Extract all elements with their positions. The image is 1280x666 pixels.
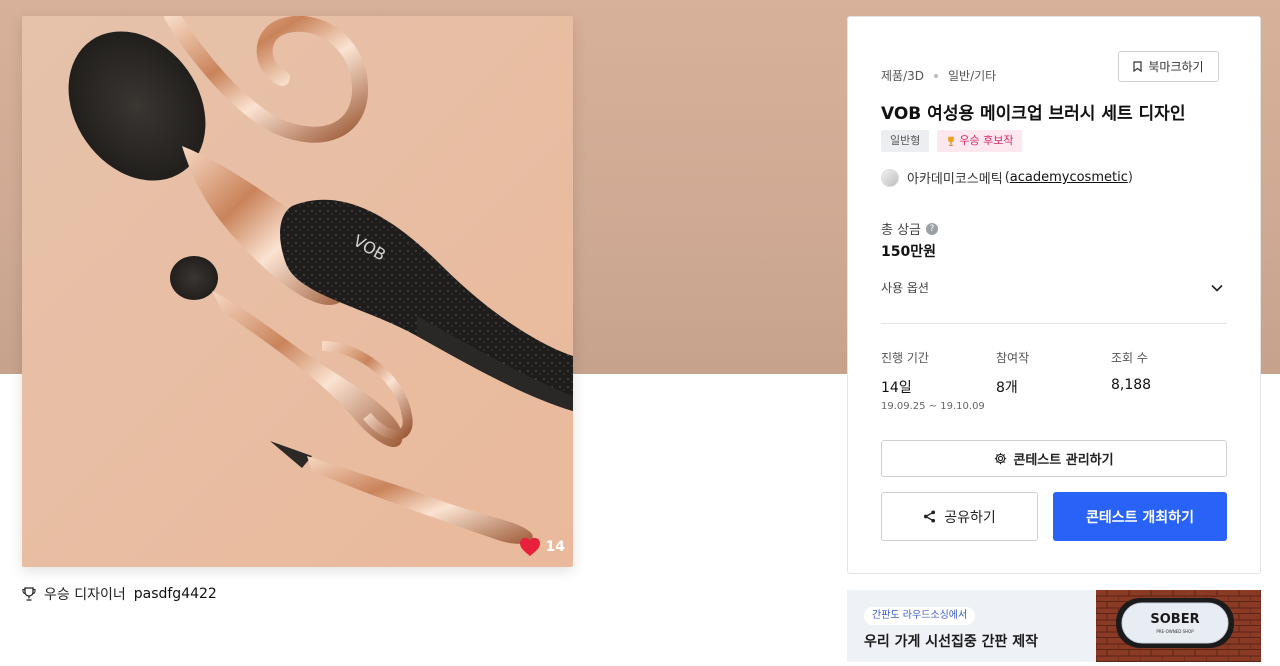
ad-pill: 간판도 라우드소싱에서 xyxy=(864,607,976,625)
category-primary[interactable]: 제품/3D xyxy=(881,67,924,84)
bookmark-button[interactable]: 북마크하기 xyxy=(1118,51,1219,82)
product-image[interactable]: VOB 14 xyxy=(22,16,573,567)
winner-candidate-tag: 우승 후보작 xyxy=(937,130,1023,152)
category-separator xyxy=(934,73,938,78)
bookmark-icon xyxy=(1133,61,1142,72)
type-tag: 일반형 xyxy=(881,130,930,152)
stat-views: 조회 수 8,188 xyxy=(1111,349,1151,393)
category-secondary[interactable]: 일반/기타 xyxy=(948,67,996,84)
options-label: 사용 옵션 xyxy=(881,281,929,295)
stat-entries: 참여작 8개 xyxy=(996,349,1029,397)
trophy-icon xyxy=(22,587,36,601)
like-counter[interactable]: 14 xyxy=(519,537,565,557)
entries-label: 참여작 xyxy=(996,351,1030,365)
contest-title: VOB 여성용 메이크업 브러시 세트 디자인 xyxy=(881,104,1186,124)
prize-label: 총 상금 xyxy=(881,223,922,238)
share-button[interactable]: 공유하기 xyxy=(881,492,1038,541)
help-icon[interactable]: ? xyxy=(926,222,939,235)
options-toggle[interactable]: 사용 옵션 xyxy=(881,279,1227,296)
ad-banner[interactable]: 간판도 라우드소싱에서 우리 가게 시선집중 간판 제작 SOBER PRE-O… xyxy=(847,590,1261,662)
svg-text:SOBER: SOBER xyxy=(1150,612,1199,627)
gear-icon xyxy=(995,452,1007,465)
contest-tags: 일반형 우승 후보작 xyxy=(881,130,1023,152)
period-value: 14일 xyxy=(881,380,912,396)
entries-value: 8개 xyxy=(996,380,1018,396)
product-photo: VOB xyxy=(22,16,573,567)
trophy-icon xyxy=(948,136,955,146)
contest-host[interactable]: 아카데미코스메틱(academycosmetic) xyxy=(881,168,1133,187)
ad-sign-image: SOBER PRE-OWNED SHOP xyxy=(1096,590,1261,662)
prize-value: 150만원 xyxy=(881,244,936,260)
views-label: 조회 수 xyxy=(1111,351,1148,365)
host-handle[interactable]: academycosmetic xyxy=(1010,170,1128,185)
stat-period: 진행 기간 14일 19.09.25 ~ 19.10.09 xyxy=(881,349,985,412)
views-value: 8,188 xyxy=(1111,377,1152,393)
share-icon xyxy=(924,510,936,523)
winner-label: 우승 디자이너 xyxy=(44,587,126,603)
ad-headline: 우리 가게 시선집중 간판 제작 xyxy=(864,634,1039,650)
host-contest-button[interactable]: 콘테스트 개최하기 xyxy=(1053,492,1227,541)
category-breadcrumb: 제품/3D 일반/기타 xyxy=(881,67,996,84)
host-contest-label: 콘테스트 개최하기 xyxy=(1086,509,1194,526)
winner-designer-name[interactable]: pasdfg4422 xyxy=(134,586,217,602)
svg-text:PRE-OWNED SHOP: PRE-OWNED SHOP xyxy=(1156,629,1194,634)
manage-contest-label: 콘테스트 관리하기 xyxy=(1013,453,1114,468)
host-handle-close: ) xyxy=(1127,170,1133,185)
prize-label-row: 총 상금 ? xyxy=(881,219,939,238)
divider xyxy=(881,323,1227,324)
bookmark-label: 북마크하기 xyxy=(1148,60,1204,74)
like-count: 14 xyxy=(545,539,565,555)
winner-designer: 우승 디자이너 pasdfg4422 xyxy=(22,584,217,604)
share-label: 공유하기 xyxy=(944,509,996,526)
host-name: 아카데미코스메틱 xyxy=(907,172,1003,187)
winner-candidate-label: 우승 후보작 xyxy=(959,134,1014,147)
manage-contest-button[interactable]: 콘테스트 관리하기 xyxy=(881,440,1227,477)
period-range: 19.09.25 ~ 19.10.09 xyxy=(881,401,985,412)
heart-icon xyxy=(519,537,540,557)
contest-info-panel: 제품/3D 일반/기타 북마크하기 VOB 여성용 메이크업 브러시 세트 디자… xyxy=(847,16,1261,574)
chevron-down-icon xyxy=(1211,284,1223,292)
period-label: 진행 기간 xyxy=(881,351,929,365)
host-avatar xyxy=(881,168,899,187)
